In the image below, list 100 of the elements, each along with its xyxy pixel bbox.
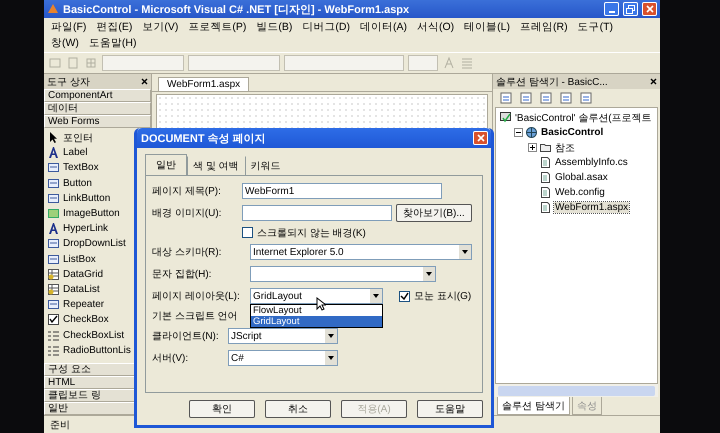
field-label: 클라이언트(N): — [152, 330, 220, 343]
file-icon — [540, 202, 551, 213]
pane-title: 도구 상자 — [47, 76, 90, 88]
collapse-toggle-icon[interactable] — [514, 128, 523, 137]
menu-item[interactable]: 빌드(B) — [251, 19, 298, 35]
tree-item[interactable]: BasicControl — [540, 127, 604, 138]
status-text: 준비 — [50, 418, 70, 432]
pane-title: 솔루션 탐색기 - BasicC... — [496, 76, 608, 88]
toolbox-item[interactable]: Button — [44, 176, 151, 191]
tree-item[interactable]: Web.config — [554, 187, 606, 198]
menu-item[interactable]: 도구(T) — [572, 19, 618, 35]
dialog-button[interactable]: 도움말 — [417, 400, 483, 418]
toolbox-item[interactable]: Repeater — [44, 297, 151, 312]
toolbox-item[interactable]: ListBox — [44, 252, 151, 267]
toolbar-icon[interactable] — [519, 91, 533, 105]
toolbox-group[interactable]: Web Forms — [44, 115, 151, 128]
control-icon — [48, 162, 59, 174]
menu-item[interactable]: 도움말(H) — [84, 35, 142, 51]
menu-item[interactable]: 데이터(A) — [355, 19, 412, 35]
tree-item[interactable]: 'BasicControl' 솔루션(프로젝트 — [514, 110, 653, 124]
dialog-title: DOCUMENT 속성 페이지 — [141, 132, 266, 146]
checkbox-label: 모눈 표시(G) — [414, 290, 472, 303]
tree-item[interactable]: 참조 — [554, 140, 576, 154]
window-title: BasicControl - Microsoft Visual C# .NET [디자인] - WebForm1.aspx — [63, 2, 410, 16]
toolbar-icon[interactable] — [539, 91, 553, 105]
letter-a-icon — [48, 147, 59, 158]
menu-item[interactable]: 파일(F) — [46, 19, 92, 35]
menu-item[interactable]: 프로젝트(P) — [183, 19, 252, 35]
page-title-field[interactable]: WebForm1 — [242, 183, 442, 199]
list-icon — [48, 330, 59, 341]
solution-icon — [500, 112, 511, 123]
restore-icon — [626, 4, 635, 14]
menu-item[interactable]: 디버그(D) — [297, 19, 355, 35]
letter-a-icon — [48, 223, 59, 234]
menu-item[interactable]: 보기(V) — [137, 19, 184, 35]
toolbox-item[interactable]: HyperLink — [44, 221, 151, 236]
close-button[interactable] — [642, 2, 657, 16]
file-icon — [540, 172, 551, 183]
toolbar-icon[interactable] — [559, 91, 573, 105]
menu-item[interactable]: 프레임(R) — [515, 19, 573, 35]
control-icon — [48, 178, 59, 189]
browse-button[interactable]: 찾아보기(B)... — [396, 204, 472, 222]
toolbox-item[interactable]: CheckBoxList — [44, 327, 151, 343]
layout-dropdown[interactable]: GridLayout — [250, 288, 383, 304]
horizontal-scrollbar[interactable] — [495, 384, 658, 397]
close-button[interactable] — [473, 131, 488, 145]
toolbox-item[interactable]: DropDownList — [44, 236, 151, 252]
schema-dropdown[interactable]: Internet Explorer 5.0 — [250, 244, 472, 260]
field-label: 문자 집합(H): — [152, 268, 212, 281]
table-icon — [48, 268, 59, 280]
tree-item[interactable]: Global.asax — [554, 172, 609, 183]
menu-item[interactable]: 창(W) — [46, 35, 84, 51]
toolbox-group[interactable]: ComponentArt — [44, 89, 151, 102]
section-label: 기본 스크립트 언어 — [152, 310, 239, 323]
menu-item[interactable]: 서식(O) — [412, 19, 460, 35]
document-tab[interactable]: WebForm1.aspx — [158, 77, 250, 91]
control-icon — [48, 238, 59, 250]
toolbar-icon[interactable] — [579, 91, 593, 105]
client-script-dropdown[interactable]: JScript — [228, 328, 338, 344]
toolbox-item[interactable]: ImageButton — [44, 206, 151, 222]
toolbox-item[interactable]: CheckBox — [44, 312, 151, 328]
toolbox-item[interactable]: RadioButtonLis — [44, 342, 151, 358]
field-label: 서버(V): — [152, 352, 190, 365]
app-icon — [47, 3, 59, 15]
table-icon — [48, 284, 59, 295]
checkbox[interactable] — [399, 290, 410, 302]
dialog-tab[interactable]: 일반 — [145, 154, 187, 175]
checkbox-icon — [48, 314, 59, 326]
server-script-dropdown[interactable]: C# — [228, 350, 338, 366]
field-label: 페이지 제목(P): — [152, 185, 222, 198]
checkbox[interactable] — [242, 227, 253, 238]
tree-item[interactable]: WebForm1.aspx — [554, 202, 630, 213]
close-icon — [476, 134, 484, 142]
close-icon[interactable] — [141, 78, 148, 85]
file-icon — [540, 157, 551, 168]
tree-item[interactable]: AssemblyInfo.cs — [554, 157, 629, 168]
menu-item[interactable]: 편집(E) — [91, 19, 138, 35]
dialog-button[interactable]: 확인 — [189, 400, 255, 418]
dialog-button[interactable]: 취소 — [265, 400, 331, 418]
minimize-button[interactable] — [604, 2, 619, 16]
list-icon — [48, 344, 59, 356]
toolbar-icon[interactable] — [499, 91, 513, 105]
field-label: 배경 이미지(U): — [152, 207, 222, 220]
field-label: 대상 스키마(R): — [152, 246, 222, 259]
restore-button[interactable] — [623, 2, 638, 16]
arrow-pointer-icon — [48, 132, 59, 144]
dropdown-option[interactable]: GridLayout — [251, 316, 382, 327]
control-icon — [48, 254, 59, 265]
close-icon[interactable] — [650, 78, 657, 85]
file-icon — [540, 187, 551, 198]
toolbox-item[interactable]: DataGrid — [44, 266, 151, 282]
folder-icon — [540, 142, 551, 153]
panel-tab[interactable]: 솔루션 탐색기 — [497, 397, 570, 415]
background-image-field[interactable] — [242, 205, 392, 221]
toolbox-item[interactable]: DataList — [44, 282, 151, 298]
toolbox-item[interactable]: LinkButton — [44, 190, 151, 206]
control-icon — [48, 192, 59, 204]
menu-item[interactable]: 테이블(L) — [459, 19, 516, 35]
expand-toggle-icon[interactable] — [528, 143, 537, 152]
toolbox-group[interactable]: 데이터 — [44, 102, 151, 115]
